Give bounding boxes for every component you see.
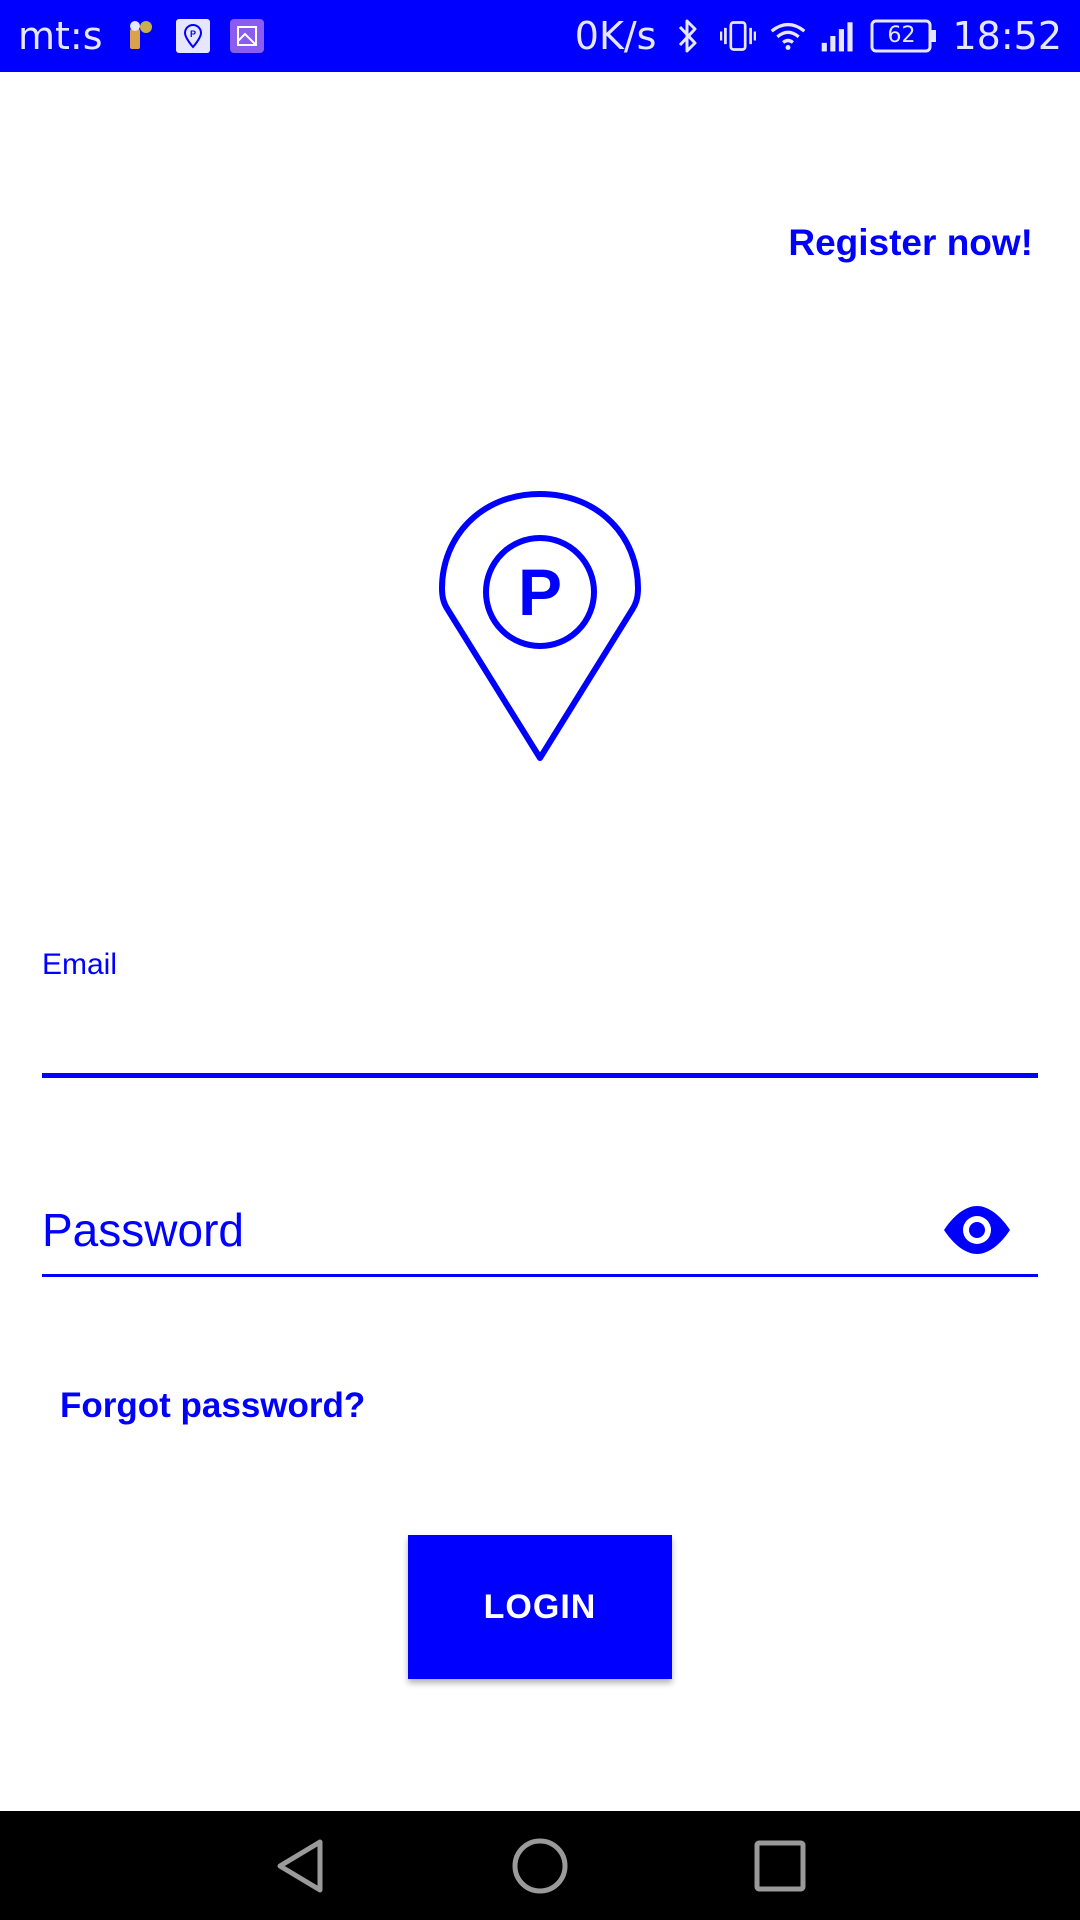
- svg-text:P: P: [190, 29, 196, 39]
- email-field-underline: [42, 1073, 1038, 1078]
- forgot-password-link[interactable]: Forgot password?: [60, 1386, 365, 1426]
- battery-level: 62: [887, 23, 916, 48]
- back-icon[interactable]: [260, 1831, 340, 1901]
- gallery-icon: [229, 18, 265, 54]
- eye-icon[interactable]: [942, 1200, 1012, 1260]
- password-field[interactable]: [42, 1190, 922, 1270]
- signal-icon: [820, 18, 856, 54]
- recents-icon[interactable]: [740, 1831, 820, 1901]
- logo-letter: P: [518, 555, 562, 629]
- carrier-name: mt:s: [18, 14, 103, 58]
- clock: 18:52: [952, 14, 1062, 58]
- password-field-underline: [42, 1274, 1038, 1277]
- email-field[interactable]: [42, 990, 1038, 1070]
- figure-icon: [121, 18, 157, 54]
- parking-pin-icon: P: [439, 491, 641, 761]
- navigation-bar: [0, 1811, 1080, 1920]
- home-icon[interactable]: [500, 1831, 580, 1901]
- status-bar: mt:s P 0K/s 62 18:52: [0, 0, 1080, 72]
- login-button[interactable]: LOGIN: [408, 1535, 672, 1679]
- vibrate-icon: [720, 18, 757, 54]
- wifi-icon: [770, 18, 806, 54]
- register-now-link[interactable]: Register now!: [788, 222, 1033, 264]
- parking-app-icon: P: [175, 18, 211, 54]
- status-bar-right: 0K/s 62 18:52: [575, 0, 1062, 72]
- battery-icon: 62: [870, 18, 938, 54]
- bluetooth-icon: [670, 18, 706, 54]
- email-label: Email: [42, 948, 118, 981]
- network-speed: 0K/s: [574, 14, 657, 58]
- status-bar-left: mt:s P: [18, 0, 265, 72]
- app-logo: P: [392, 484, 688, 780]
